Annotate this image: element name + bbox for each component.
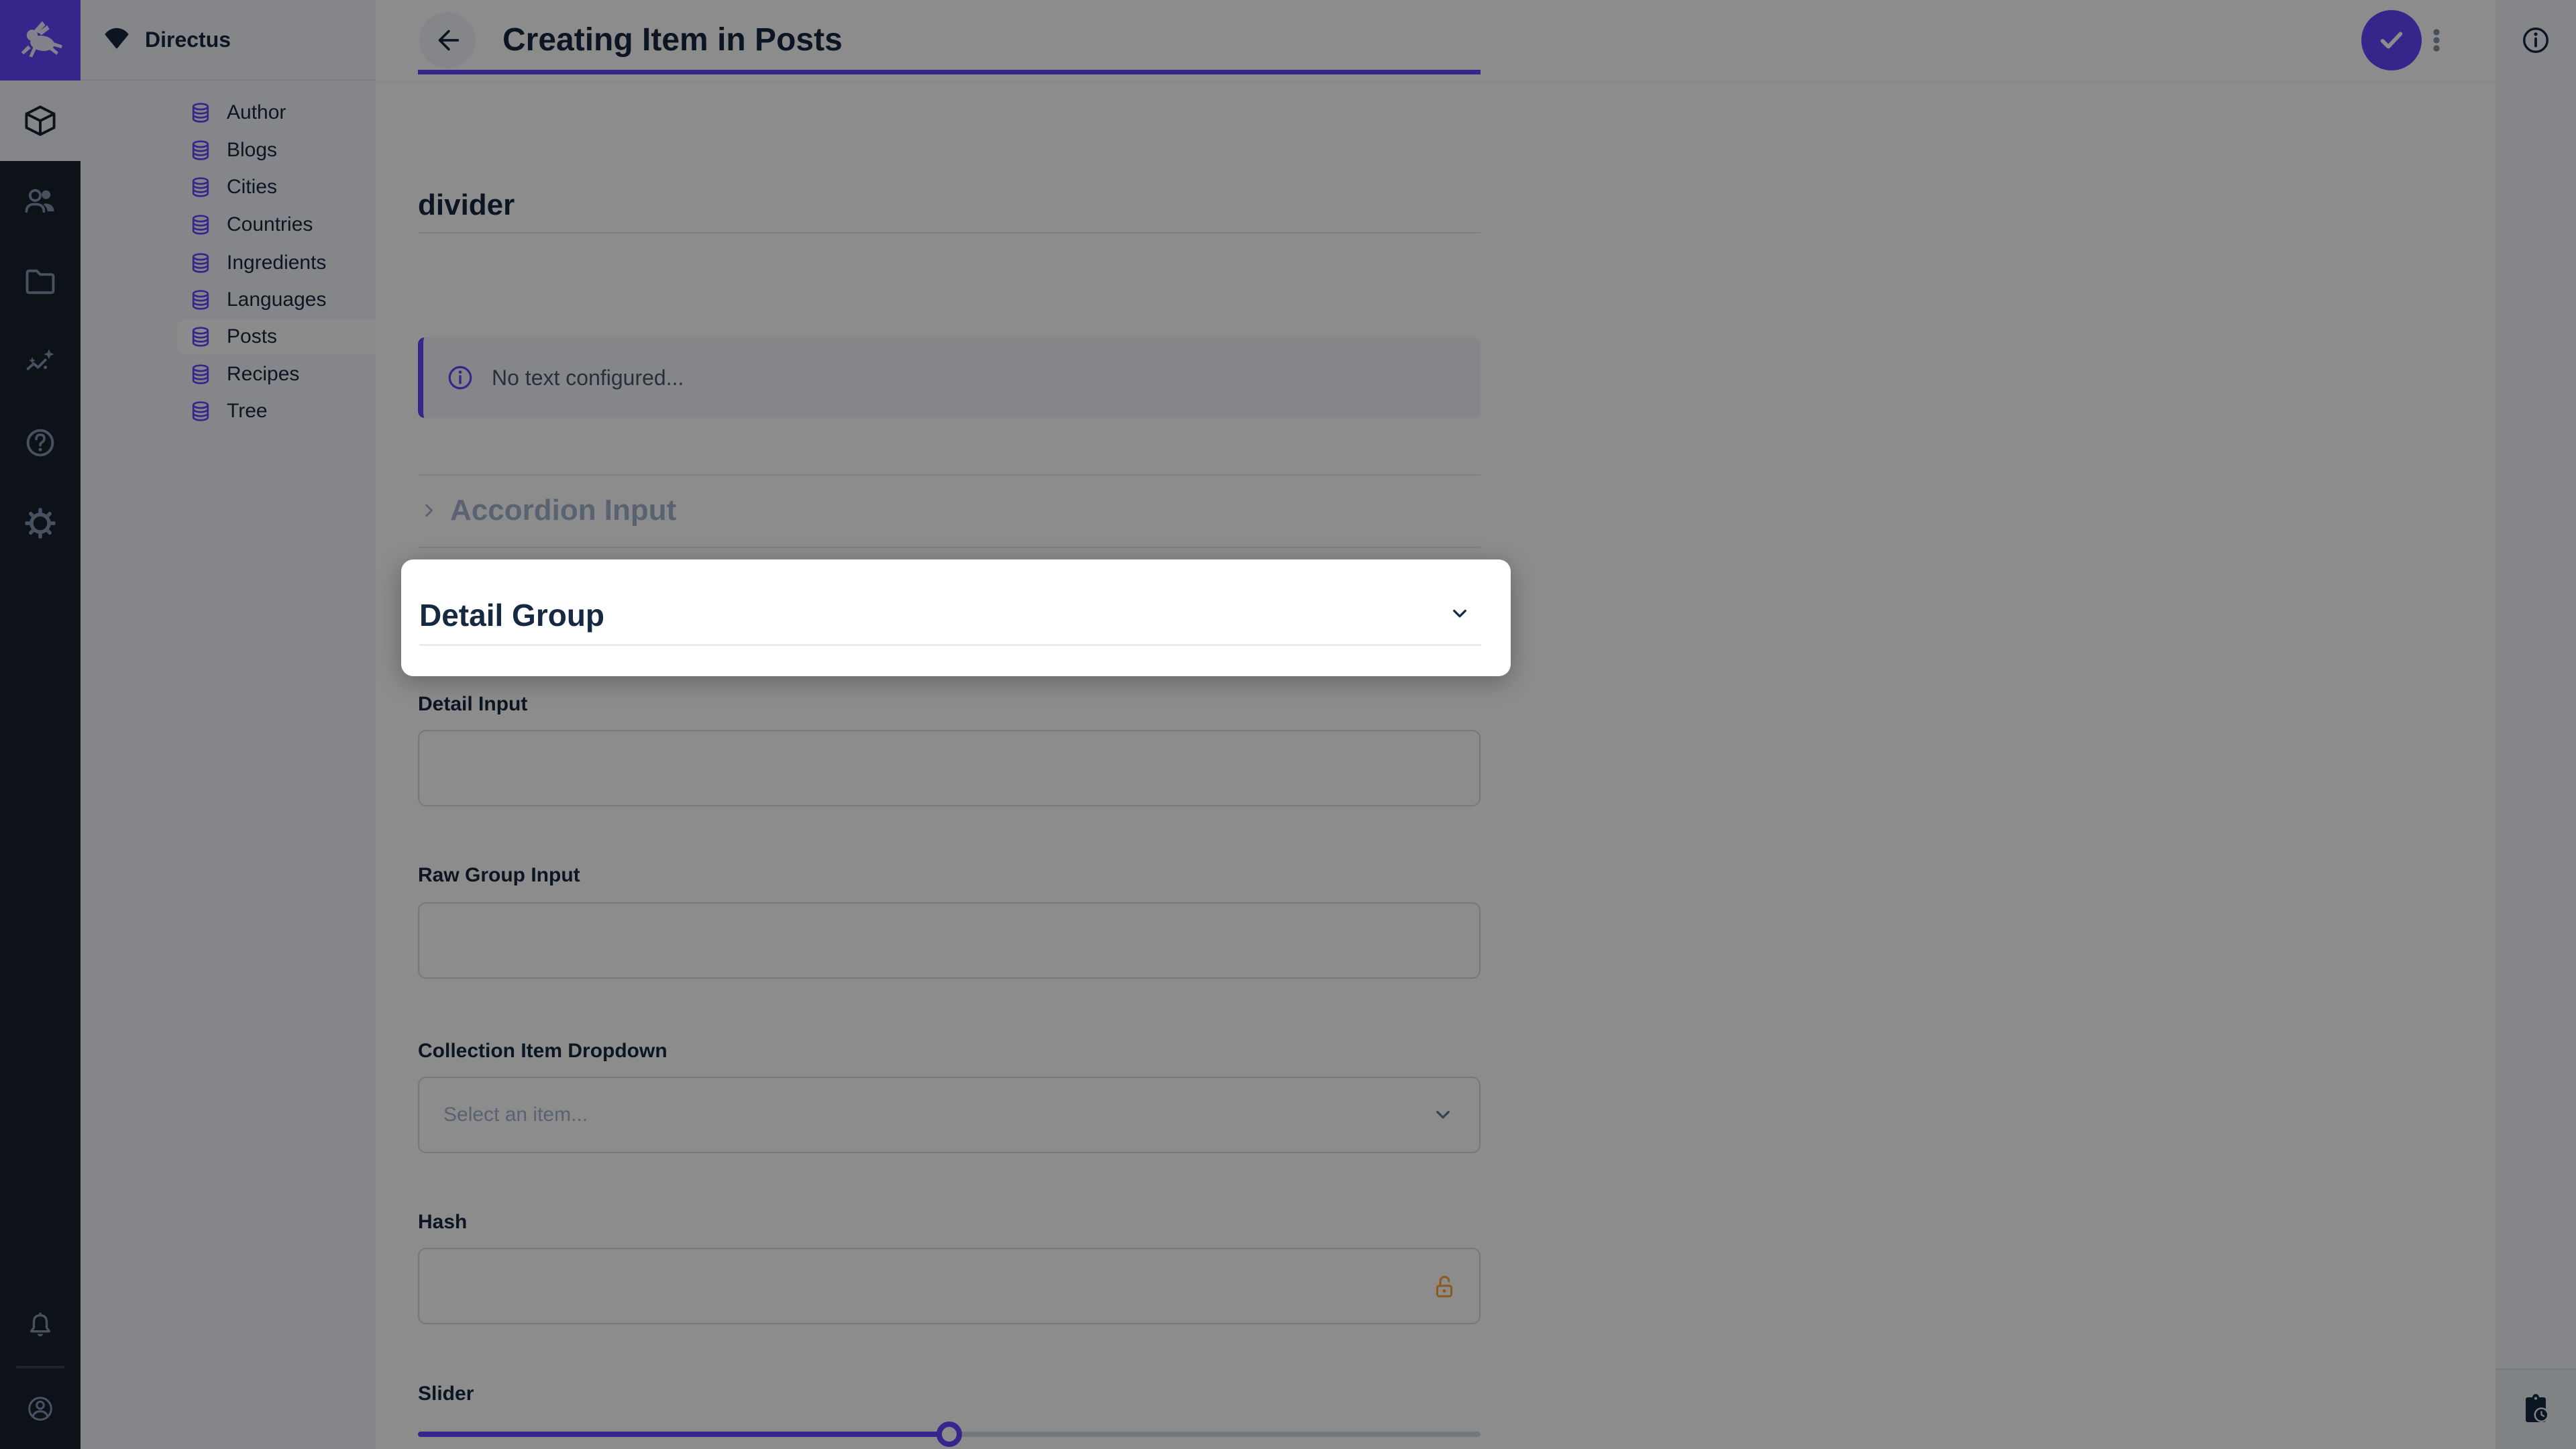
detail-group-divider [419, 644, 1481, 646]
detail-group-title: Detail Group [419, 597, 604, 633]
detail-group-panel[interactable]: Detail Group [401, 559, 1511, 676]
dim-overlay [0, 0, 2576, 1449]
chevron-down-icon[interactable] [1448, 602, 1472, 626]
directus-app: divider No text configured... Accordion … [0, 0, 2576, 1449]
